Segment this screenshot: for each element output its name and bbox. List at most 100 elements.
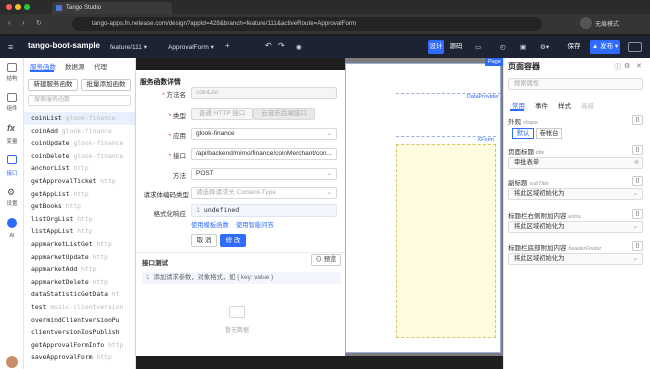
menu-icon[interactable]: ≡ — [8, 42, 13, 52]
appearance-code-button[interactable]: {} — [632, 115, 643, 125]
type-http-option[interactable]: 普通 HTTP 接口 — [191, 108, 253, 120]
rail-label-api[interactable]: 接口 — [0, 169, 24, 177]
page-selector[interactable]: ApprovalForm ▾ — [168, 43, 214, 51]
function-list-item[interactable]: saveApprovalForm http — [24, 351, 135, 364]
url-field[interactable]: tango-apps.fn.netease.com/design?appId=4… — [72, 17, 542, 31]
function-list-item[interactable]: appmarketAdd http — [24, 263, 135, 276]
back-icon[interactable]: ‹ — [8, 18, 11, 27]
function-list-item[interactable]: appmarketDelete http — [24, 276, 135, 289]
encoding-select[interactable]: 请选择请求头 Content-Type ⌄ — [191, 187, 337, 199]
incognito-avatar-icon[interactable] — [580, 17, 592, 29]
publish-button[interactable]: ▲ 发布 ▾ — [590, 40, 620, 54]
undo-icon[interactable]: ↶ — [265, 41, 272, 50]
tab-styles[interactable]: 样式 — [558, 100, 571, 110]
function-list-item[interactable]: clientversionIosPublish — [24, 326, 135, 339]
save-button[interactable]: 保存 — [565, 40, 583, 54]
rail-label-settings[interactable]: 设置 — [0, 199, 24, 207]
app-title[interactable]: tango-boot-sample — [28, 41, 100, 50]
shape-card-option[interactable]: 卷帐台 — [536, 128, 562, 139]
function-list-item[interactable]: dataStatisticGetData ht — [24, 288, 135, 301]
function-list-item[interactable]: listAppList http — [24, 225, 135, 238]
footer-code-button[interactable]: {} — [632, 241, 643, 251]
function-list-item[interactable]: coinDelete glook-finance — [24, 150, 135, 163]
tab-advanced[interactable]: 高级 — [581, 100, 594, 110]
function-list-item[interactable]: coinAdd glook-finance — [24, 125, 135, 138]
settings-icon[interactable]: ⚙ — [7, 187, 15, 198]
user-avatar[interactable] — [6, 356, 18, 368]
extra-code-button[interactable]: {} — [632, 209, 643, 219]
rail-label-structure[interactable]: 结构 — [0, 74, 24, 82]
function-list-item[interactable]: appmarketListGet http — [24, 238, 135, 251]
device-icon[interactable]: ▭ — [475, 43, 481, 51]
request-params-editor[interactable]: 1 添加请求参数，对象格式，如 { key: value } — [142, 272, 341, 284]
page-title-input[interactable]: 审批表单 ⊗ — [508, 157, 643, 169]
function-list-item[interactable]: getBooks http — [24, 200, 135, 213]
shape-default-option[interactable]: 默认 — [512, 128, 534, 139]
api-path-field[interactable]: /api/backend/mimo/finance/coinMerchant/c… — [191, 148, 337, 160]
minimize-window-icon[interactable] — [15, 4, 21, 10]
maximize-window-icon[interactable] — [24, 4, 30, 10]
history-icon[interactable]: ◴ — [500, 43, 506, 51]
rail-label-variables[interactable]: 变量 — [0, 137, 24, 145]
design-mode-tab[interactable]: 设计 — [428, 40, 444, 54]
subtitle-code-button[interactable]: {} — [632, 176, 643, 186]
form-drop-area[interactable] — [396, 144, 496, 338]
add-page-icon[interactable]: + — [225, 41, 230, 50]
new-function-button[interactable]: 新建服务函数 — [28, 79, 78, 91]
terminal-icon[interactable]: ▣ — [520, 43, 526, 51]
function-search-input[interactable]: 搜索服务函数 — [28, 95, 131, 106]
function-list-item[interactable]: appmarketUpdate http — [24, 251, 135, 264]
branch-selector[interactable]: feature/111 ▾ — [110, 43, 147, 51]
function-name: dataStatisticGetData — [31, 290, 108, 299]
cancel-button[interactable]: 取 消 — [191, 234, 217, 247]
settings-small-icon[interactable]: ⚙ — [624, 62, 630, 70]
edit-button[interactable]: 修 改 — [220, 234, 246, 247]
function-list-item[interactable]: listOrgList http — [24, 213, 135, 226]
method-name-field[interactable]: coinList — [191, 87, 337, 99]
tab-data-source[interactable]: 数据源 — [65, 61, 85, 71]
app-select[interactable]: glook-finance ⌄ — [191, 128, 337, 140]
function-list-item[interactable]: overmindClientversionPu — [24, 314, 135, 327]
settings-gear-icon[interactable]: ⚙▾ — [540, 43, 549, 51]
close-panel-icon[interactable]: ✕ — [636, 62, 642, 70]
function-list-item[interactable]: anchorList http — [24, 162, 135, 175]
reload-icon[interactable]: ↻ — [36, 19, 42, 27]
use-template-link[interactable]: 使用模板函数 — [191, 220, 229, 229]
method-select[interactable]: POST ⌄ — [191, 168, 337, 180]
function-list-item[interactable]: getApprovalFormInfo http — [24, 339, 135, 352]
preview-button[interactable]: ⊙ 预览 — [311, 254, 341, 266]
subtitle-select[interactable]: 将此区域初始化为 ⌄ — [508, 188, 643, 200]
rail-label-components[interactable]: 组件 — [0, 104, 24, 112]
ai-icon[interactable] — [7, 218, 17, 228]
function-list-item[interactable]: getAppList http — [24, 188, 135, 201]
forward-icon[interactable]: › — [22, 18, 25, 27]
dataprovider-outline[interactable]: DataProvider — [396, 93, 501, 102]
extra-select[interactable]: 将此区域初始化为 ⌄ — [508, 221, 643, 233]
use-smart-qa-link[interactable]: 使用智能问答 — [236, 220, 274, 229]
api-icon[interactable] — [7, 155, 17, 164]
footer-select[interactable]: 将此区域初始化为 ⌄ — [508, 253, 643, 265]
page-badge: Page — [485, 58, 504, 66]
function-list-item[interactable]: coinUpdate glook-finance — [24, 137, 135, 150]
layout-toggle-icon[interactable] — [628, 42, 642, 52]
type-cloud-option[interactable]: 云音乐后端接口 — [253, 108, 315, 120]
title-code-button[interactable]: {} — [632, 145, 643, 155]
tab-proxy[interactable]: 代理 — [94, 61, 107, 71]
components-icon[interactable] — [7, 93, 17, 102]
fx-icon[interactable]: fx — [7, 123, 15, 133]
help-icon[interactable]: ⓘ — [614, 62, 621, 72]
browser-tab[interactable]: Tango Studio — [52, 2, 172, 14]
rail-label-ai[interactable]: AI — [0, 233, 24, 239]
function-list-item[interactable]: coinList glook-finance — [24, 112, 135, 125]
batch-add-button[interactable]: 批量添加函数 — [81, 79, 131, 91]
property-search-input[interactable]: 搜索属性 — [508, 78, 643, 90]
function-list-item[interactable]: getApprovalTicket http — [24, 175, 135, 188]
tab-events[interactable]: 事件 — [535, 100, 548, 110]
source-mode-tab[interactable]: 源码 — [448, 40, 464, 54]
preview-eye-icon[interactable]: ◉ — [296, 43, 302, 51]
redo-icon[interactable]: ↷ — [278, 41, 285, 50]
function-list-item[interactable]: test music-clientversion — [24, 301, 135, 314]
structure-icon[interactable] — [7, 63, 17, 72]
format-response-editor[interactable]: 1 undefined — [191, 204, 337, 217]
close-window-icon[interactable] — [6, 4, 12, 10]
